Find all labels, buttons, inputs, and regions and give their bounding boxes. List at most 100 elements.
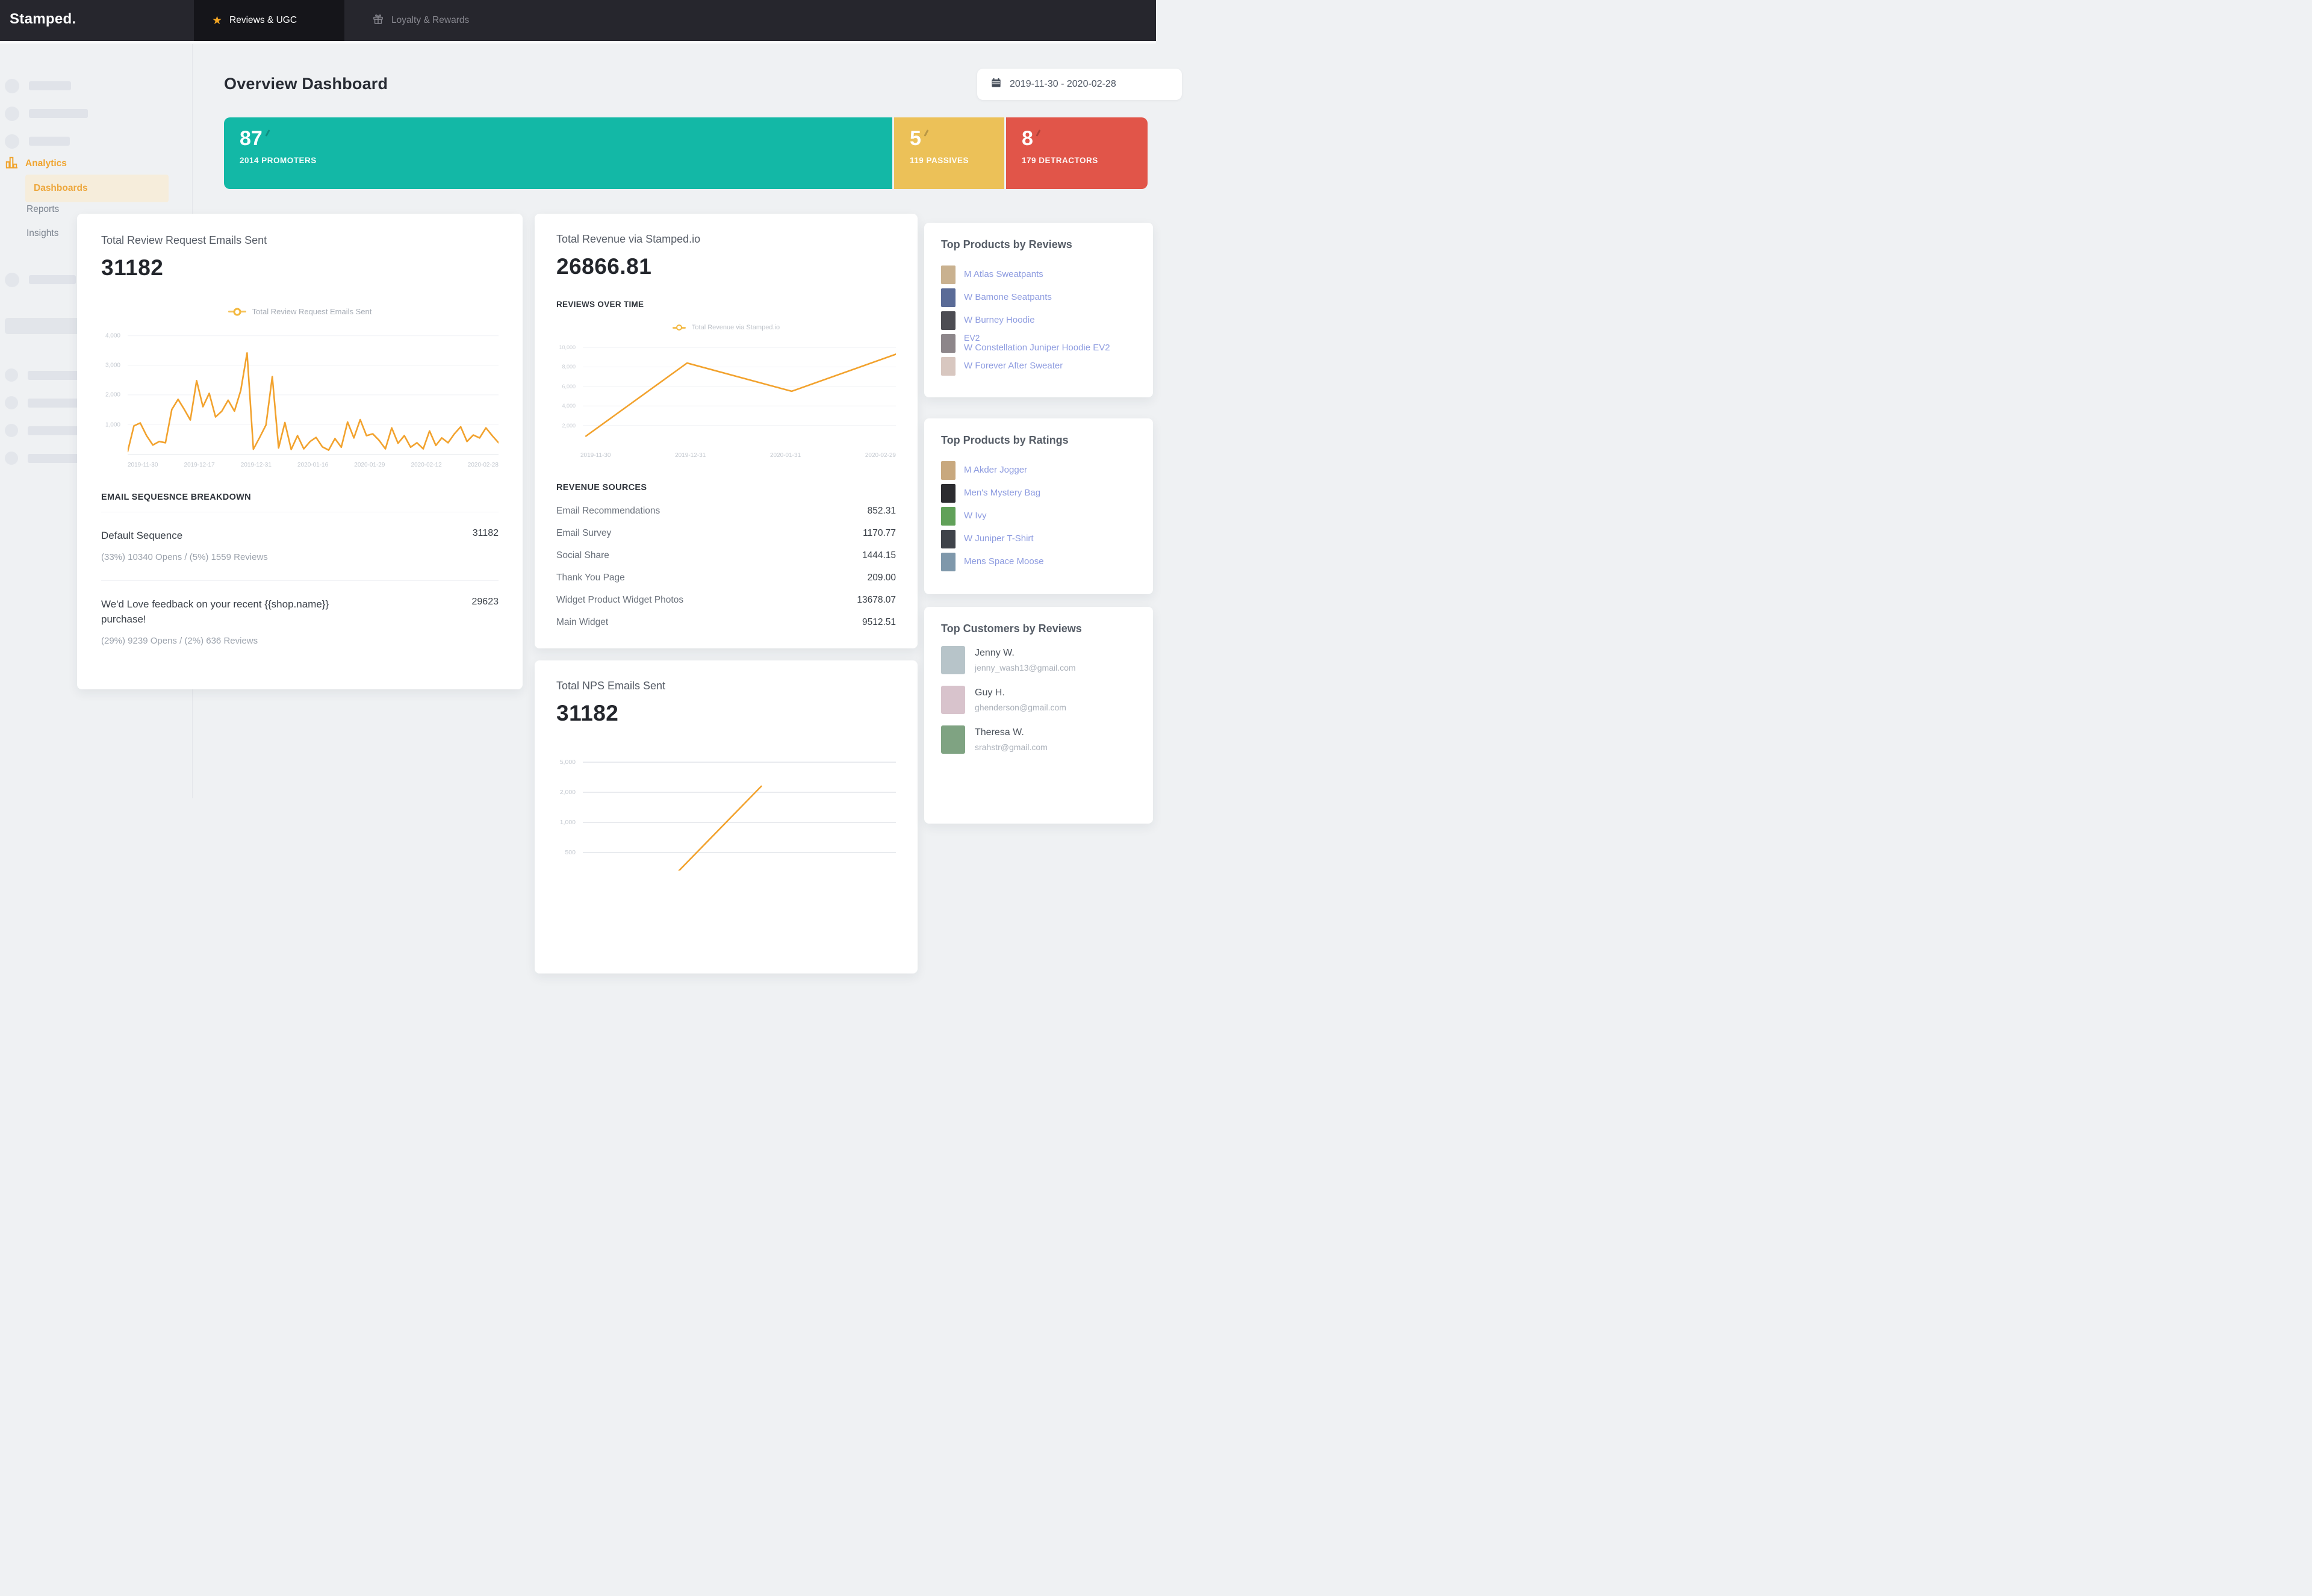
product-link-label: M Atlas Sweatpants <box>964 269 1043 279</box>
tab-loyalty-rewards[interactable]: Loyalty & Rewards <box>354 0 487 41</box>
section-header: EMAIL SEQUESNCE BREAKDOWN <box>101 492 499 502</box>
sidebar-item-dashboards-label: Dashboards <box>34 183 88 194</box>
revenue-source-row: Email Survey 1170.77 <box>556 522 896 544</box>
product-list-item[interactable]: W Juniper T-Shirt <box>941 527 1136 550</box>
x-axis-tick: 2020-01-29 <box>354 462 385 468</box>
sequence-stats: (33%) 10340 Opens / (5%) 1559 Reviews <box>101 552 499 562</box>
skeleton-bar <box>29 137 70 146</box>
top-navbar: Stamped. ★ Reviews & UGC Loyalty & Rewar… <box>0 0 1156 41</box>
sidebar-item-dashboards[interactable]: Dashboards <box>25 175 169 202</box>
chart-legend: Total Revenue via Stamped.io <box>556 323 896 332</box>
product-list-item[interactable]: W Bamone Seatpants <box>941 286 1136 309</box>
card-title: Top Products by Ratings <box>941 434 1136 447</box>
revenue-source-value: 852.31 <box>868 506 896 517</box>
calendar-icon <box>990 77 1002 92</box>
x-axis-tick: 2020-01-31 <box>770 452 801 459</box>
skeleton-icon <box>5 79 19 93</box>
date-range-picker[interactable]: 2019-11-30 - 2020-02-28 <box>977 69 1182 100</box>
x-axis-tick: 2020-02-12 <box>411 462 442 468</box>
revenue-source-label: Thank You Page <box>556 573 625 583</box>
product-thumbnail <box>941 461 956 480</box>
product-link-label: W Burney Hoodie <box>964 315 1035 325</box>
product-link[interactable]: W Ivy <box>964 511 987 521</box>
revenue-total: 26866.81 <box>556 254 896 279</box>
product-link[interactable]: W Burney Hoodie <box>964 315 1035 325</box>
card-title: Total NPS Emails Sent <box>556 680 896 692</box>
product-list-item[interactable]: M Atlas Sweatpants <box>941 263 1136 286</box>
date-range-label: 2019-11-30 - 2020-02-28 <box>1010 79 1116 90</box>
product-list-item[interactable]: Men's Mystery Bag <box>941 482 1136 505</box>
product-thumbnail <box>941 357 956 376</box>
product-thumbnail <box>941 507 956 526</box>
skeleton-icon <box>5 134 19 149</box>
star-icon: ★ <box>212 15 222 26</box>
card-nps-emails: Total NPS Emails Sent 31182 5,0002,0001,… <box>535 660 918 973</box>
revenue-source-label: Widget Product Widget Photos <box>556 595 683 606</box>
detractors-score: 8 <box>1022 128 1033 150</box>
sidebar-item-insights-label: Insights <box>26 228 58 238</box>
product-list-item[interactable]: Mens Space Moose <box>941 550 1136 573</box>
review-emails-line-chart: 4,0003,0002,0001,000 <box>101 327 499 455</box>
navbar-shadow-strip <box>0 41 1156 44</box>
revenue-source-label: Email Recommendations <box>556 506 660 517</box>
revenue-source-value: 209.00 <box>868 573 896 583</box>
skeleton-icon <box>5 424 18 437</box>
overview-dashboard-page: { "navbar": { "logo": "Stamped.", "tabs"… <box>0 0 1156 798</box>
customer-name: Jenny W. <box>975 648 1076 659</box>
percent-tick-icon <box>924 129 928 137</box>
product-link[interactable]: M Atlas Sweatpants <box>964 269 1043 279</box>
nps-segment-promoters: 87 2014 PROMOTERS <box>224 117 892 189</box>
product-link[interactable]: W Juniper T-Shirt <box>964 533 1034 544</box>
passives-count: 119 PASSIVES <box>910 156 1004 165</box>
product-link-label: M Akder Jogger <box>964 465 1027 475</box>
skeleton-icon <box>5 452 18 465</box>
revenue-source-row: Thank You Page 209.00 <box>556 567 896 589</box>
section-header: REVENUE SOURCES <box>556 483 896 492</box>
y-axis-labels: 10,0008,0006,0004,0002,000 <box>556 343 579 445</box>
product-link[interactable]: Men's Mystery Bag <box>964 488 1040 498</box>
product-thumbnail <box>941 265 956 284</box>
product-list-item[interactable]: W Forever After Sweater <box>941 355 1136 377</box>
product-link-label: W Juniper T-Shirt <box>964 533 1034 544</box>
sidebar-item-reports[interactable]: Reports <box>26 204 59 215</box>
card-title: Total Revenue via Stamped.io <box>556 233 896 246</box>
x-axis-labels: 2019-11-302019-12-312020-01-312020-02-29 <box>556 452 896 459</box>
product-link[interactable]: W Bamone Seatpants <box>964 292 1052 302</box>
customer-list-item[interactable]: Jenny W. jenny_wash13@gmail.com <box>941 646 1136 686</box>
x-axis-labels: 2019-11-302019-12-172019-12-312020-01-16… <box>101 462 499 468</box>
skeleton-icon <box>5 107 19 121</box>
x-axis-tick: 2019-11-30 <box>580 452 611 459</box>
sidebar-item-reports-label: Reports <box>26 204 59 214</box>
customer-list-item[interactable]: Theresa W. srahstr@gmail.com <box>941 725 1136 765</box>
product-link[interactable]: EV2 W Constellation Juniper Hoodie EV2 <box>964 333 1110 353</box>
legend-point-icon <box>228 308 246 316</box>
nps-segment-passives: 5 119 PASSIVES <box>894 117 1004 189</box>
product-list-item[interactable]: EV2 W Constellation Juniper Hoodie EV2 <box>941 332 1136 355</box>
tab-reviews-ugc[interactable]: ★ Reviews & UGC <box>194 0 344 41</box>
card-top-products-by-reviews: Top Products by Reviews M Atlas Sweatpan… <box>924 223 1153 397</box>
nps-score-bar: 87 2014 PROMOTERS 5 119 PASSIVES 8 179 D… <box>224 117 1148 189</box>
product-link[interactable]: M Akder Jogger <box>964 465 1027 475</box>
revenue-source-value: 13678.07 <box>857 595 896 606</box>
tab-loyalty-rewards-label: Loyalty & Rewards <box>391 15 469 26</box>
product-link-label: Men's Mystery Bag <box>964 488 1040 498</box>
sequence-stats: (29%) 9239 Opens / (2%) 636 Reviews <box>101 636 499 646</box>
y-axis-labels: 5,0002,0001,000500 <box>556 750 579 871</box>
revenue-source-row: Social Share 1444.15 <box>556 544 896 567</box>
sequence-row: Default Sequence 31182 <box>101 528 499 544</box>
skeleton-bar <box>29 81 71 90</box>
sidebar-item-insights[interactable]: Insights <box>26 228 58 239</box>
product-list-item[interactable]: M Akder Jogger <box>941 459 1136 482</box>
customer-email: ghenderson@gmail.com <box>975 703 1066 712</box>
product-link[interactable]: W Forever After Sweater <box>964 361 1063 371</box>
product-list: M Atlas Sweatpants W Bamone Seatpants W … <box>941 263 1136 377</box>
product-link[interactable]: Mens Space Moose <box>964 556 1044 567</box>
product-list-item[interactable]: W Burney Hoodie <box>941 309 1136 332</box>
card-top-products-by-ratings: Top Products by Ratings M Akder Jogger M… <box>924 418 1153 594</box>
product-list-item[interactable]: W Ivy <box>941 505 1136 527</box>
revenue-source-row: Email Recommendations 852.31 <box>556 500 896 522</box>
passives-score: 5 <box>910 128 921 150</box>
customer-list-item[interactable]: Guy H. ghenderson@gmail.com <box>941 686 1136 725</box>
sidebar-item-analytics[interactable]: Analytics <box>5 156 67 172</box>
revenue-source-value: 1444.15 <box>862 550 896 561</box>
